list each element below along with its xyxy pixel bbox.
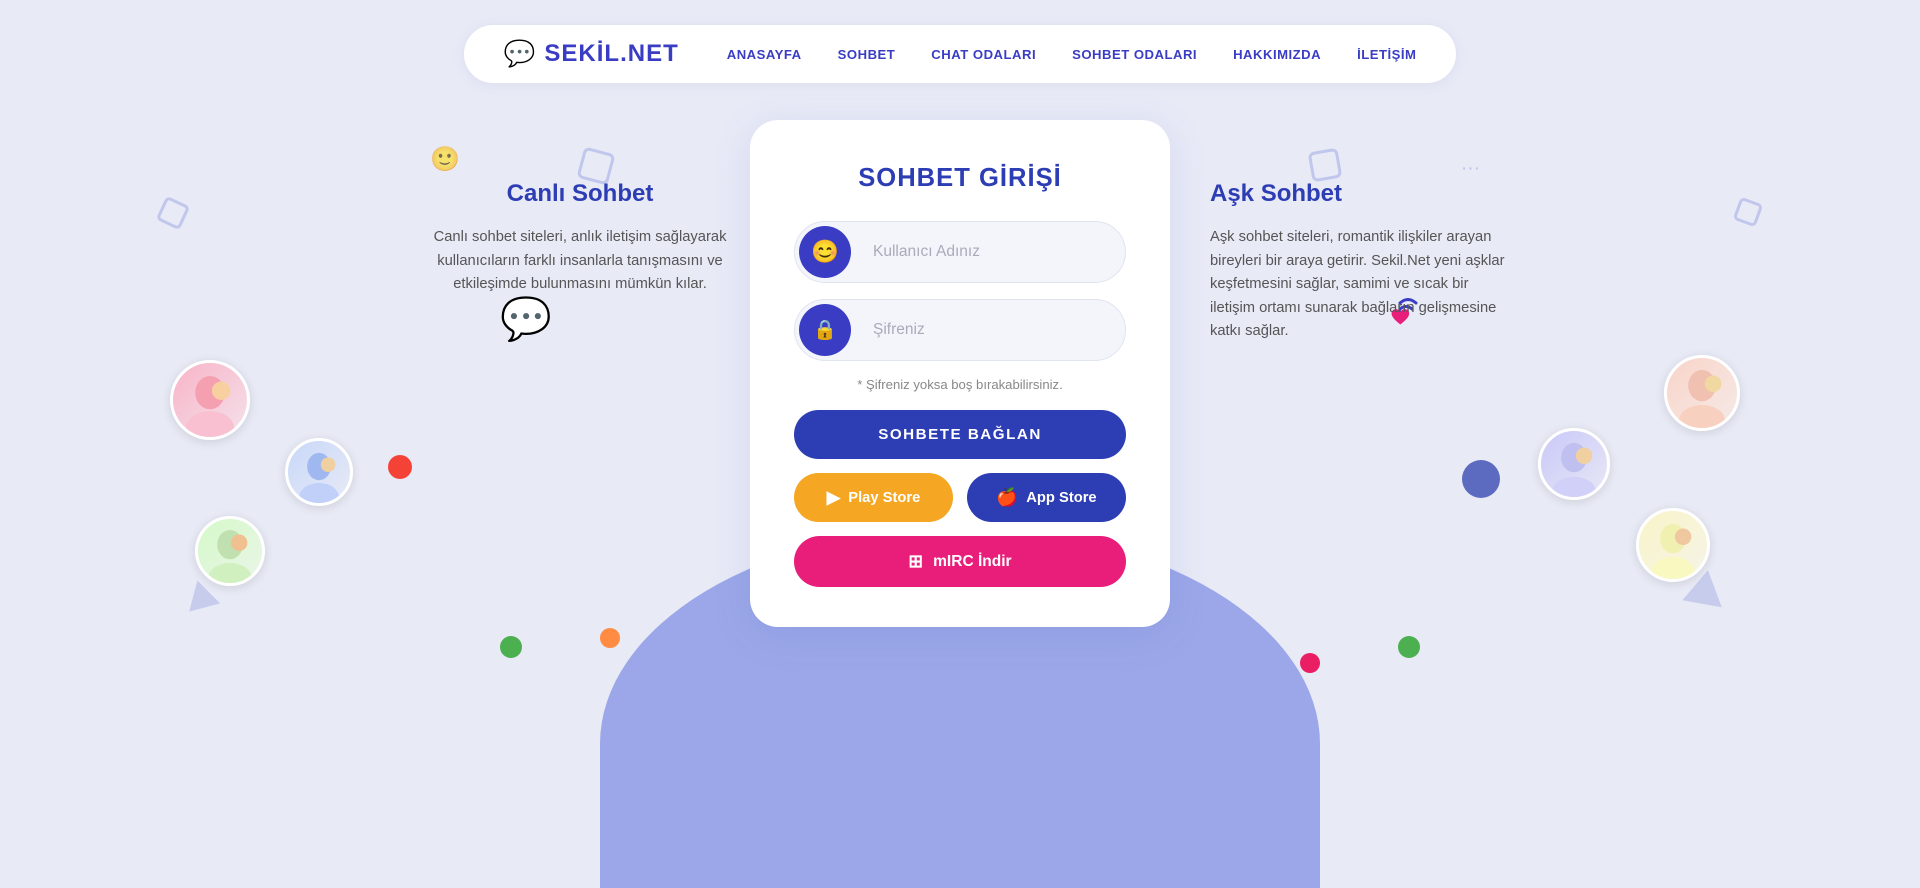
login-card: SOHBET GİRİŞİ 😊 🔒 * Şifreniz yoksa boş b… (750, 120, 1170, 627)
card-title: SOHBET GİRİŞİ (858, 164, 1062, 193)
store-buttons: ▶ Play Store 🍎 App Store (794, 473, 1126, 522)
apple-icon: 🍎 (996, 487, 1018, 508)
password-input[interactable] (855, 304, 1125, 356)
play-store-button[interactable]: ▶ Play Store (794, 473, 953, 522)
navbar: 💬 SEKİL.NET ANASAYFA SOHBET CHAT ODALARI… (0, 0, 1920, 100)
app-store-label: App Store (1026, 490, 1096, 506)
play-icon: ▶ (827, 487, 841, 508)
left-panel: Canlı Sohbet Canlı sohbet siteleri, anlı… (410, 120, 750, 297)
logo-text: SEKİL.NET (544, 40, 678, 68)
nav-sohbet[interactable]: SOHBET (838, 47, 896, 62)
play-store-label: Play Store (848, 490, 920, 506)
smiley-icon: 😊 (811, 239, 839, 265)
connect-button[interactable]: SOHBETE BAĞLAN (794, 410, 1126, 459)
right-panel-title: Aşk Sohbet (1210, 180, 1510, 208)
nav-chat-odalari[interactable]: CHAT ODALARI (931, 47, 1036, 62)
nav-sohbet-odalari[interactable]: SOHBET ODALARI (1072, 47, 1197, 62)
username-input-group: 😊 (794, 221, 1126, 283)
mirc-label: mIRC İndir (933, 553, 1011, 571)
username-icon-box: 😊 (799, 226, 851, 278)
right-panel: Aşk Sohbet Aşk sohbet siteleri, romantik… (1170, 120, 1510, 344)
left-panel-desc: Canlı sohbet siteleri, anlık iletişim sa… (410, 226, 750, 297)
nav-iletisim[interactable]: İLETİŞİM (1357, 47, 1416, 62)
password-input-group: 🔒 (794, 299, 1126, 361)
app-store-button[interactable]: 🍎 App Store (967, 473, 1126, 522)
nav-hakkimizda[interactable]: HAKKIMIZDA (1233, 47, 1321, 62)
mirc-icon: ⊞ (908, 551, 923, 572)
nav-links: ANASAYFA SOHBET CHAT ODALARI SOHBET ODAL… (727, 47, 1417, 62)
logo[interactable]: 💬 SEKİL.NET (504, 39, 679, 69)
right-panel-desc: Aşk sohbet siteleri, romantik ilişkiler … (1210, 226, 1510, 344)
hint-text: * Şifreniz yoksa boş bırakabilirsiniz. (857, 377, 1062, 392)
nav-anasayfa[interactable]: ANASAYFA (727, 47, 802, 62)
username-input[interactable] (855, 226, 1125, 278)
password-icon-box: 🔒 (799, 304, 851, 356)
mirc-button[interactable]: ⊞ mIRC İndir (794, 536, 1126, 587)
logo-icon: 💬 (504, 39, 537, 69)
left-panel-title: Canlı Sohbet (410, 180, 750, 208)
lock-icon: 🔒 (813, 318, 837, 342)
